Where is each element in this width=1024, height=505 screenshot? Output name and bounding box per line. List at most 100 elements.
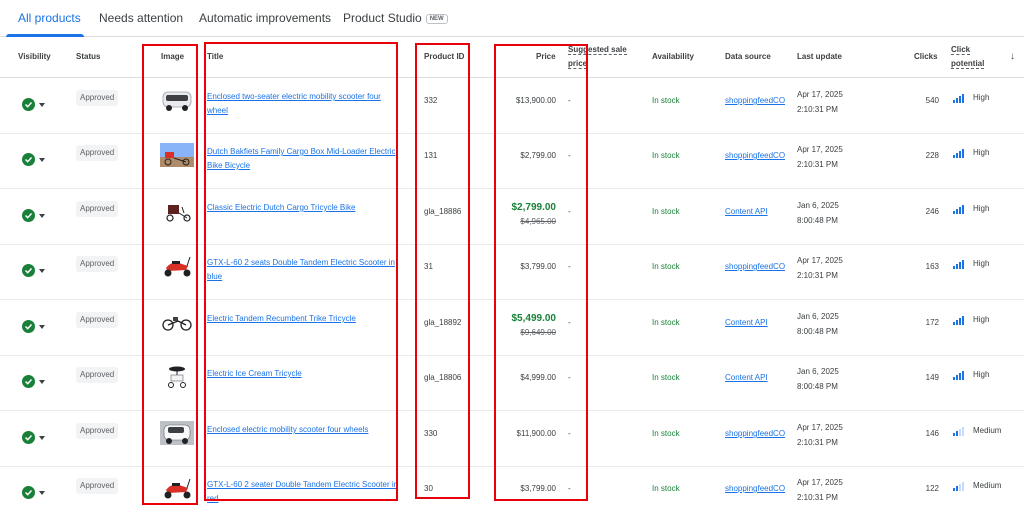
last-update-date: Apr 17, 2025	[797, 256, 843, 265]
last-update-time: 2:10:31 PM	[797, 493, 838, 502]
header-click-potential[interactable]: Click potential	[951, 43, 991, 71]
sale-price: $5,499.00	[511, 313, 557, 324]
product-thumbnail[interactable]	[160, 365, 194, 389]
availability: In stock	[652, 96, 680, 105]
product-thumbnail[interactable]	[160, 310, 194, 334]
header-last-update[interactable]: Last update	[797, 52, 842, 61]
last-update-time: 8:00:48 PM	[797, 382, 838, 391]
status-badge: Approved	[76, 201, 119, 217]
header-clicks[interactable]: Clicks	[914, 52, 938, 61]
visibility-dropdown-caret-icon[interactable]	[39, 325, 45, 329]
visible-check-icon[interactable]	[22, 486, 35, 499]
clicks-count: 228	[925, 151, 939, 160]
product-id: 30	[424, 484, 433, 493]
data-source-link[interactable]: shoppingfeedCO	[725, 484, 785, 493]
last-update-date: Jan 6, 2025	[797, 201, 839, 210]
visible-check-icon[interactable]	[22, 264, 35, 277]
last-update-time: 8:00:48 PM	[797, 216, 838, 225]
availability: In stock	[652, 429, 680, 438]
click-potential-label: High	[973, 148, 990, 157]
click-potential-label: High	[973, 315, 990, 324]
table-row: Approved Electric Ice Cream Tricycle gla…	[0, 355, 1024, 411]
product-thumbnail[interactable]	[160, 199, 194, 223]
tab-all-products[interactable]: All products	[18, 11, 81, 25]
visibility-dropdown-caret-icon[interactable]	[39, 214, 45, 218]
product-thumbnail[interactable]	[160, 143, 194, 167]
header-price[interactable]: Price	[536, 52, 556, 61]
clicks-count: 122	[925, 484, 939, 493]
product-id: 131	[424, 151, 438, 160]
header-suggested-sale-price-label: Suggested sale price	[568, 45, 627, 69]
visible-check-icon[interactable]	[22, 153, 35, 166]
clicks-count: 172	[925, 318, 939, 327]
tab-automatic-improvements[interactable]: Automatic improvements	[199, 11, 331, 25]
click-potential-label: Medium	[973, 481, 1002, 490]
visibility-dropdown-caret-icon[interactable]	[39, 158, 45, 162]
original-price: $4,965.00	[520, 217, 556, 226]
price: $13,900.00	[515, 96, 556, 105]
product-title-link[interactable]: GTX-L-60 2 seater Double Tandem Electric…	[207, 478, 402, 505]
last-update-time: 8:00:48 PM	[797, 327, 838, 336]
data-source-link[interactable]: Content API	[725, 207, 768, 216]
product-id: gla_18886	[424, 207, 462, 216]
header-suggested-sale-price[interactable]: Suggested sale price	[568, 43, 634, 71]
header-visibility[interactable]: Visibility	[18, 52, 51, 61]
product-title-link[interactable]: Electric Ice Cream Tricycle	[207, 367, 402, 381]
product-title-link[interactable]: Dutch Bakfiets Family Cargo Box Mid-Load…	[207, 145, 402, 173]
data-source-link[interactable]: Content API	[725, 373, 768, 382]
product-title-link[interactable]: Electric Tandem Recumbent Trike Tricycle	[207, 312, 402, 326]
suggested-sale-price: -	[568, 429, 571, 438]
table-row: Approved GTX-L-60 2 seats Double Tandem …	[0, 244, 1024, 300]
header-product-id[interactable]: Product ID	[424, 52, 464, 61]
header-status[interactable]: Status	[76, 52, 100, 61]
product-thumbnail[interactable]	[160, 254, 194, 278]
visibility-dropdown-caret-icon[interactable]	[39, 436, 45, 440]
availability: In stock	[652, 484, 680, 493]
product-thumbnail[interactable]	[160, 88, 194, 112]
tab-product-studio[interactable]: Product Studio NEW	[343, 11, 448, 25]
product-thumbnail[interactable]	[160, 421, 194, 445]
data-source-link[interactable]: shoppingfeedCO	[725, 96, 785, 105]
click-potential-bars-icon	[953, 205, 965, 214]
header-data-source[interactable]: Data source	[725, 52, 771, 61]
visible-check-icon[interactable]	[22, 98, 35, 111]
visible-check-icon[interactable]	[22, 209, 35, 222]
price: $2,799.00	[520, 151, 556, 160]
product-id: 31	[424, 262, 433, 271]
data-source-link[interactable]: shoppingfeedCO	[725, 429, 785, 438]
tab-needs-attention[interactable]: Needs attention	[99, 11, 183, 25]
last-update-time: 2:10:31 PM	[797, 105, 838, 114]
clicks-count: 163	[925, 262, 939, 271]
visibility-dropdown-caret-icon[interactable]	[39, 491, 45, 495]
visibility-dropdown-caret-icon[interactable]	[39, 269, 45, 273]
table-row: Approved GTX-L-60 2 seater Double Tandem…	[0, 466, 1024, 505]
last-update-time: 2:10:31 PM	[797, 160, 838, 169]
data-source-link[interactable]: Content API	[725, 318, 768, 327]
last-update-date: Jan 6, 2025	[797, 367, 839, 376]
visible-check-icon[interactable]	[22, 431, 35, 444]
click-potential-bars-icon	[953, 94, 965, 103]
product-title-link[interactable]: Enclosed electric mobility scooter four …	[207, 423, 402, 437]
availability: In stock	[652, 207, 680, 216]
header-title[interactable]: Title	[207, 52, 223, 61]
visibility-dropdown-caret-icon[interactable]	[39, 103, 45, 107]
product-id: gla_18892	[424, 318, 462, 327]
clicks-count: 146	[925, 429, 939, 438]
visible-check-icon[interactable]	[22, 375, 35, 388]
suggested-sale-price: -	[568, 484, 571, 493]
header-image: Image	[161, 52, 185, 61]
header-availability[interactable]: Availability	[652, 52, 694, 61]
product-thumbnail[interactable]	[160, 476, 194, 500]
status-badge: Approved	[76, 145, 119, 161]
visibility-dropdown-caret-icon[interactable]	[39, 380, 45, 384]
sort-arrow-down-icon[interactable]: ↓	[1010, 51, 1015, 62]
product-title-link[interactable]: Enclosed two-seater electric mobility sc…	[207, 90, 402, 118]
product-title-link[interactable]: Classic Electric Dutch Cargo Tricycle Bi…	[207, 201, 402, 215]
product-title-link[interactable]: GTX-L-60 2 seats Double Tandem Electric …	[207, 256, 402, 284]
visible-check-icon[interactable]	[22, 320, 35, 333]
click-potential-bars-icon	[953, 371, 965, 380]
data-source-link[interactable]: shoppingfeedCO	[725, 151, 785, 160]
data-source-link[interactable]: shoppingfeedCO	[725, 262, 785, 271]
status-badge: Approved	[76, 367, 119, 383]
clicks-count: 149	[925, 373, 939, 382]
